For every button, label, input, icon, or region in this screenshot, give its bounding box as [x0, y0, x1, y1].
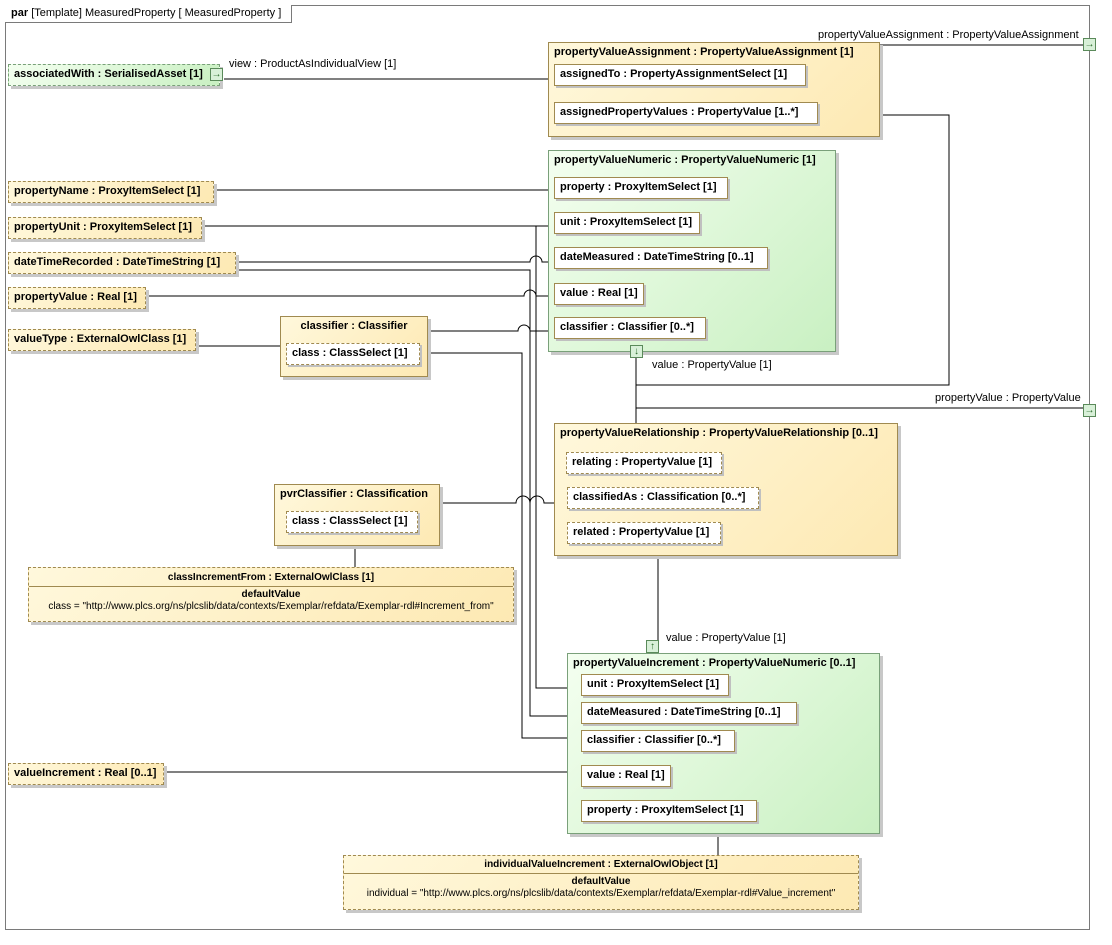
classifier-class-part: class : ClassSelect [1] [286, 343, 420, 365]
diagram-frame-tab: par [Template] MeasuredProperty [ Measur… [5, 5, 293, 23]
diagram-frame [5, 5, 1090, 930]
view-port-label: view : ProductAsIndividualView [1] [229, 58, 397, 70]
pvr-related-part: related : PropertyValue [1] [567, 522, 721, 544]
pvn-date-measured-part: dateMeasured : DateTimeString [0..1] [554, 247, 768, 269]
pvn-value-part: value : Real [1] [554, 283, 644, 305]
pvi-value-port-label: value : PropertyValue [1] [666, 632, 786, 644]
date-time-recorded-part: dateTimeRecorded : DateTimeString [1] [8, 252, 236, 274]
associated-with-part: associatedWith : SerialisedAsset [1] [8, 64, 220, 86]
individual-value-increment-title: individualValueIncrement : ExternalOwlOb… [484, 859, 718, 870]
individual-value-default-value: individual = "http://www.plcs.org/ns/plc… [366, 888, 836, 899]
individual-value-increment-block: individualValueIncrement : ExternalOwlOb… [343, 855, 859, 910]
frame-name: [Template] MeasuredProperty [ MeasuredPr… [31, 7, 282, 19]
property-unit-part: propertyUnit : ProxyItemSelect [1] [8, 217, 202, 239]
pvn-value-port[interactable]: ↓ [630, 345, 643, 358]
assigned-to-part: assignedTo : PropertyAssignmentSelect [1… [554, 64, 806, 86]
right-pva-port[interactable]: → [1083, 38, 1096, 51]
assigned-property-values-part: assignedPropertyValues : PropertyValue [… [554, 102, 818, 124]
frame-kind: par [11, 7, 29, 19]
view-port[interactable]: → [210, 68, 223, 81]
pvn-property-part: property : ProxyItemSelect [1] [554, 177, 728, 199]
pvr-classified-as-part: classifiedAs : Classification [0..*] [567, 487, 759, 509]
value-increment-part: valueIncrement : Real [0..1] [8, 763, 164, 785]
pvr-classifier-class-part: class : ClassSelect [1] [286, 511, 418, 533]
pvi-date-measured-part: dateMeasured : DateTimeString [0..1] [581, 702, 797, 724]
value-type-part: valueType : ExternalOwlClass [1] [8, 329, 196, 351]
pvi-property-part: property : ProxyItemSelect [1] [581, 800, 757, 822]
pvi-unit-part: unit : ProxyItemSelect [1] [581, 674, 729, 696]
class-increment-from-title: classIncrementFrom : ExternalOwlClass [1… [167, 572, 375, 583]
pvn-unit-part: unit : ProxyItemSelect [1] [554, 212, 700, 234]
right-pva-port-label: propertyValueAssignment : PropertyValueA… [818, 29, 1079, 41]
class-increment-default-value: class = "http://www.plcs.org/ns/plcslib/… [48, 601, 494, 612]
right-pv-port-label: propertyValue : PropertyValue [935, 392, 1081, 404]
property-value-part: propertyValue : Real [1] [8, 287, 146, 309]
pvr-relating-part: relating : PropertyValue [1] [566, 452, 722, 474]
pvi-classifier-part: classifier : Classifier [0..*] [581, 730, 735, 752]
class-increment-default-label: defaultValue [241, 589, 301, 600]
individual-value-default-label: defaultValue [571, 876, 631, 887]
right-pv-port[interactable]: → [1083, 404, 1096, 417]
class-increment-from-block: classIncrementFrom : ExternalOwlClass [1… [28, 567, 514, 622]
pvn-value-port-label: value : PropertyValue [1] [652, 359, 772, 371]
pvi-value-port[interactable]: ↑ [646, 640, 659, 653]
pvi-value-part: value : Real [1] [581, 765, 671, 787]
property-name-part: propertyName : ProxyItemSelect [1] [8, 181, 214, 203]
pvn-classifier-part: classifier : Classifier [0..*] [554, 317, 706, 339]
